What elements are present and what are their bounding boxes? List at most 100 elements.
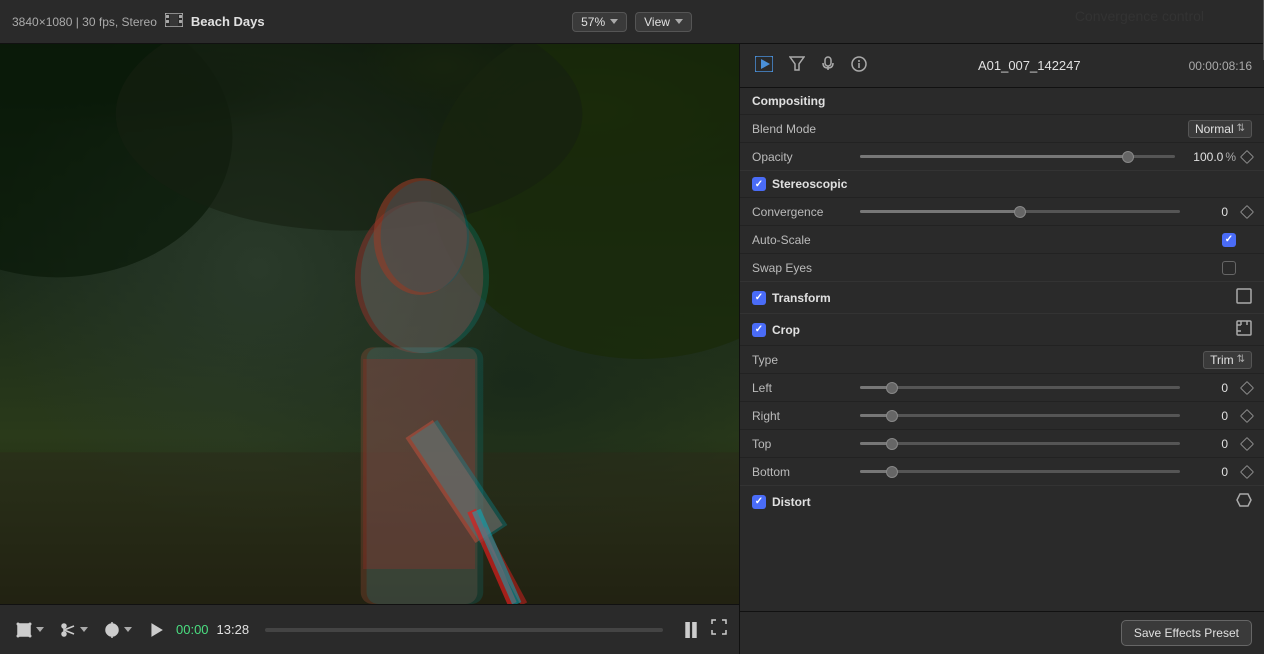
crop-bottom-slider-container[interactable] — [852, 470, 1188, 473]
opacity-slider-fill — [860, 155, 1128, 158]
crop-right-value: 0 — [1188, 409, 1228, 423]
crop-left-value: 0 — [1188, 381, 1228, 395]
content-area: 00:00 13:28 — [0, 44, 1264, 654]
transform-title: Transform — [772, 291, 1236, 305]
opacity-label: Opacity — [752, 150, 852, 164]
crop-right-slider-container[interactable] — [852, 414, 1188, 417]
play-button[interactable] — [144, 618, 168, 642]
video-frame — [0, 44, 739, 604]
crop-top-track[interactable] — [860, 442, 1180, 445]
inspector-content: Compositing Blend Mode Normal ⇅ Opacity — [740, 88, 1264, 611]
video-controls-bar: 00:00 13:28 — [0, 604, 739, 654]
opacity-slider-track[interactable] — [860, 155, 1175, 158]
crop-left-keyframe[interactable] — [1240, 380, 1254, 394]
trim-icon-btn[interactable] — [56, 618, 92, 642]
transform-checkbox[interactable] — [752, 291, 766, 305]
opacity-slider-container[interactable] — [852, 155, 1183, 158]
transform-icon-btn[interactable] — [12, 618, 48, 642]
distort-checkbox[interactable] — [752, 495, 766, 509]
crop-checkbox[interactable] — [752, 323, 766, 337]
stereoscopic-checkbox[interactable] — [752, 177, 766, 191]
auto-scale-row: Auto-Scale — [740, 225, 1264, 253]
swap-eyes-checkbox[interactable] — [1222, 261, 1236, 275]
clip-name: A01_007_142247 — [880, 58, 1179, 73]
transform-chevron — [36, 627, 44, 632]
crop-section-header: Crop — [740, 314, 1264, 345]
crop-right-track[interactable] — [860, 414, 1180, 417]
effects-chevron — [124, 627, 132, 632]
crop-type-selector[interactable]: Trim ⇅ — [1203, 351, 1252, 369]
inspector-bottom-bar: Save Effects Preset — [740, 611, 1264, 654]
crop-left-thumb[interactable] — [886, 382, 898, 394]
convergence-row: Convergence 0 — [740, 197, 1264, 225]
swap-eyes-row: Swap Eyes — [740, 253, 1264, 281]
crop-top-slider-container[interactable] — [852, 442, 1188, 445]
crop-icon — [1236, 320, 1252, 339]
toolbar-left: 3840×1080 | 30 fps, Stereo Beach Days — [12, 13, 572, 30]
crop-right-thumb[interactable] — [886, 410, 898, 422]
opacity-unit: % — [1225, 150, 1236, 164]
auto-scale-label: Auto-Scale — [752, 233, 852, 247]
blend-mode-row: Blend Mode Normal ⇅ — [740, 114, 1264, 142]
distort-section-header: Distort — [740, 486, 1264, 517]
crop-left-track[interactable] — [860, 386, 1180, 389]
crop-bottom-row: Bottom 0 — [740, 457, 1264, 485]
opacity-keyframe-diamond[interactable] — [1240, 149, 1254, 163]
swap-eyes-label: Swap Eyes — [752, 261, 852, 275]
auto-scale-checkbox[interactable] — [1222, 233, 1236, 247]
audio-tab-button[interactable] — [818, 53, 838, 78]
save-effects-preset-button[interactable]: Save Effects Preset — [1121, 620, 1252, 646]
compositing-section-header: Compositing — [740, 88, 1264, 114]
crop-top-label: Top — [752, 437, 852, 451]
crop-bottom-thumb[interactable] — [886, 466, 898, 478]
video-panel: 00:00 13:28 — [0, 44, 739, 654]
transform-icon — [1236, 288, 1252, 307]
crop-left-slider-container[interactable] — [852, 386, 1188, 389]
filter-tab-button[interactable] — [786, 53, 808, 78]
convergence-value: 0 — [1188, 205, 1228, 219]
compositing-title: Compositing — [752, 94, 1252, 108]
crop-type-row: Type Trim ⇅ — [740, 345, 1264, 373]
convergence-slider-fill — [860, 210, 1020, 213]
view-button[interactable]: View — [635, 12, 692, 32]
distort-icon — [1236, 492, 1252, 511]
crop-title: Crop — [772, 323, 1236, 337]
video-tab-button[interactable] — [752, 53, 776, 78]
blend-mode-selector[interactable]: Normal ⇅ — [1188, 120, 1252, 138]
opacity-value: 100.0 — [1183, 150, 1223, 164]
timeline-scrubber[interactable] — [265, 628, 663, 632]
convergence-slider-container[interactable] — [852, 210, 1188, 213]
view-chevron-icon — [675, 19, 683, 24]
transform-section-header: Transform — [740, 282, 1264, 313]
stereoscopic-title: Stereoscopic — [772, 177, 1252, 191]
crop-top-keyframe[interactable] — [1240, 436, 1254, 450]
crop-bottom-track[interactable] — [860, 470, 1180, 473]
convergence-keyframe-diamond[interactable] — [1240, 204, 1254, 218]
zoom-button[interactable]: 57% — [572, 12, 627, 32]
effects-icon-btn[interactable] — [100, 618, 136, 642]
crop-top-thumb[interactable] — [886, 438, 898, 450]
crop-top-row: Top 0 — [740, 429, 1264, 457]
video-info: 3840×1080 | 30 fps, Stereo — [12, 15, 157, 29]
inspector-timecode: 00:00:08:16 — [1189, 59, 1252, 73]
convergence-label: Convergence — [752, 205, 852, 219]
blend-mode-chevron: ⇅ — [1237, 123, 1245, 134]
crop-right-keyframe[interactable] — [1240, 408, 1254, 422]
opacity-slider-thumb[interactable] — [1122, 151, 1134, 163]
distort-title: Distort — [772, 495, 1236, 509]
fullscreen-button[interactable] — [711, 619, 727, 640]
crop-bottom-label: Bottom — [752, 465, 852, 479]
trim-chevron — [80, 627, 88, 632]
blend-mode-label: Blend Mode — [752, 122, 852, 136]
pause-button[interactable] — [679, 618, 703, 642]
convergence-slider-thumb[interactable] — [1014, 206, 1026, 218]
stereoscopic-section-header: Stereoscopic — [740, 171, 1264, 197]
project-name: Beach Days — [191, 14, 265, 29]
crop-right-row: Right 0 — [740, 401, 1264, 429]
timecode-current: 00:00 — [176, 622, 209, 637]
crop-type-chevron: ⇅ — [1237, 354, 1245, 365]
info-tab-button[interactable] — [848, 53, 870, 78]
opacity-row: Opacity 100.0 % — [740, 142, 1264, 170]
crop-bottom-keyframe[interactable] — [1240, 464, 1254, 478]
convergence-slider-track[interactable] — [860, 210, 1180, 213]
